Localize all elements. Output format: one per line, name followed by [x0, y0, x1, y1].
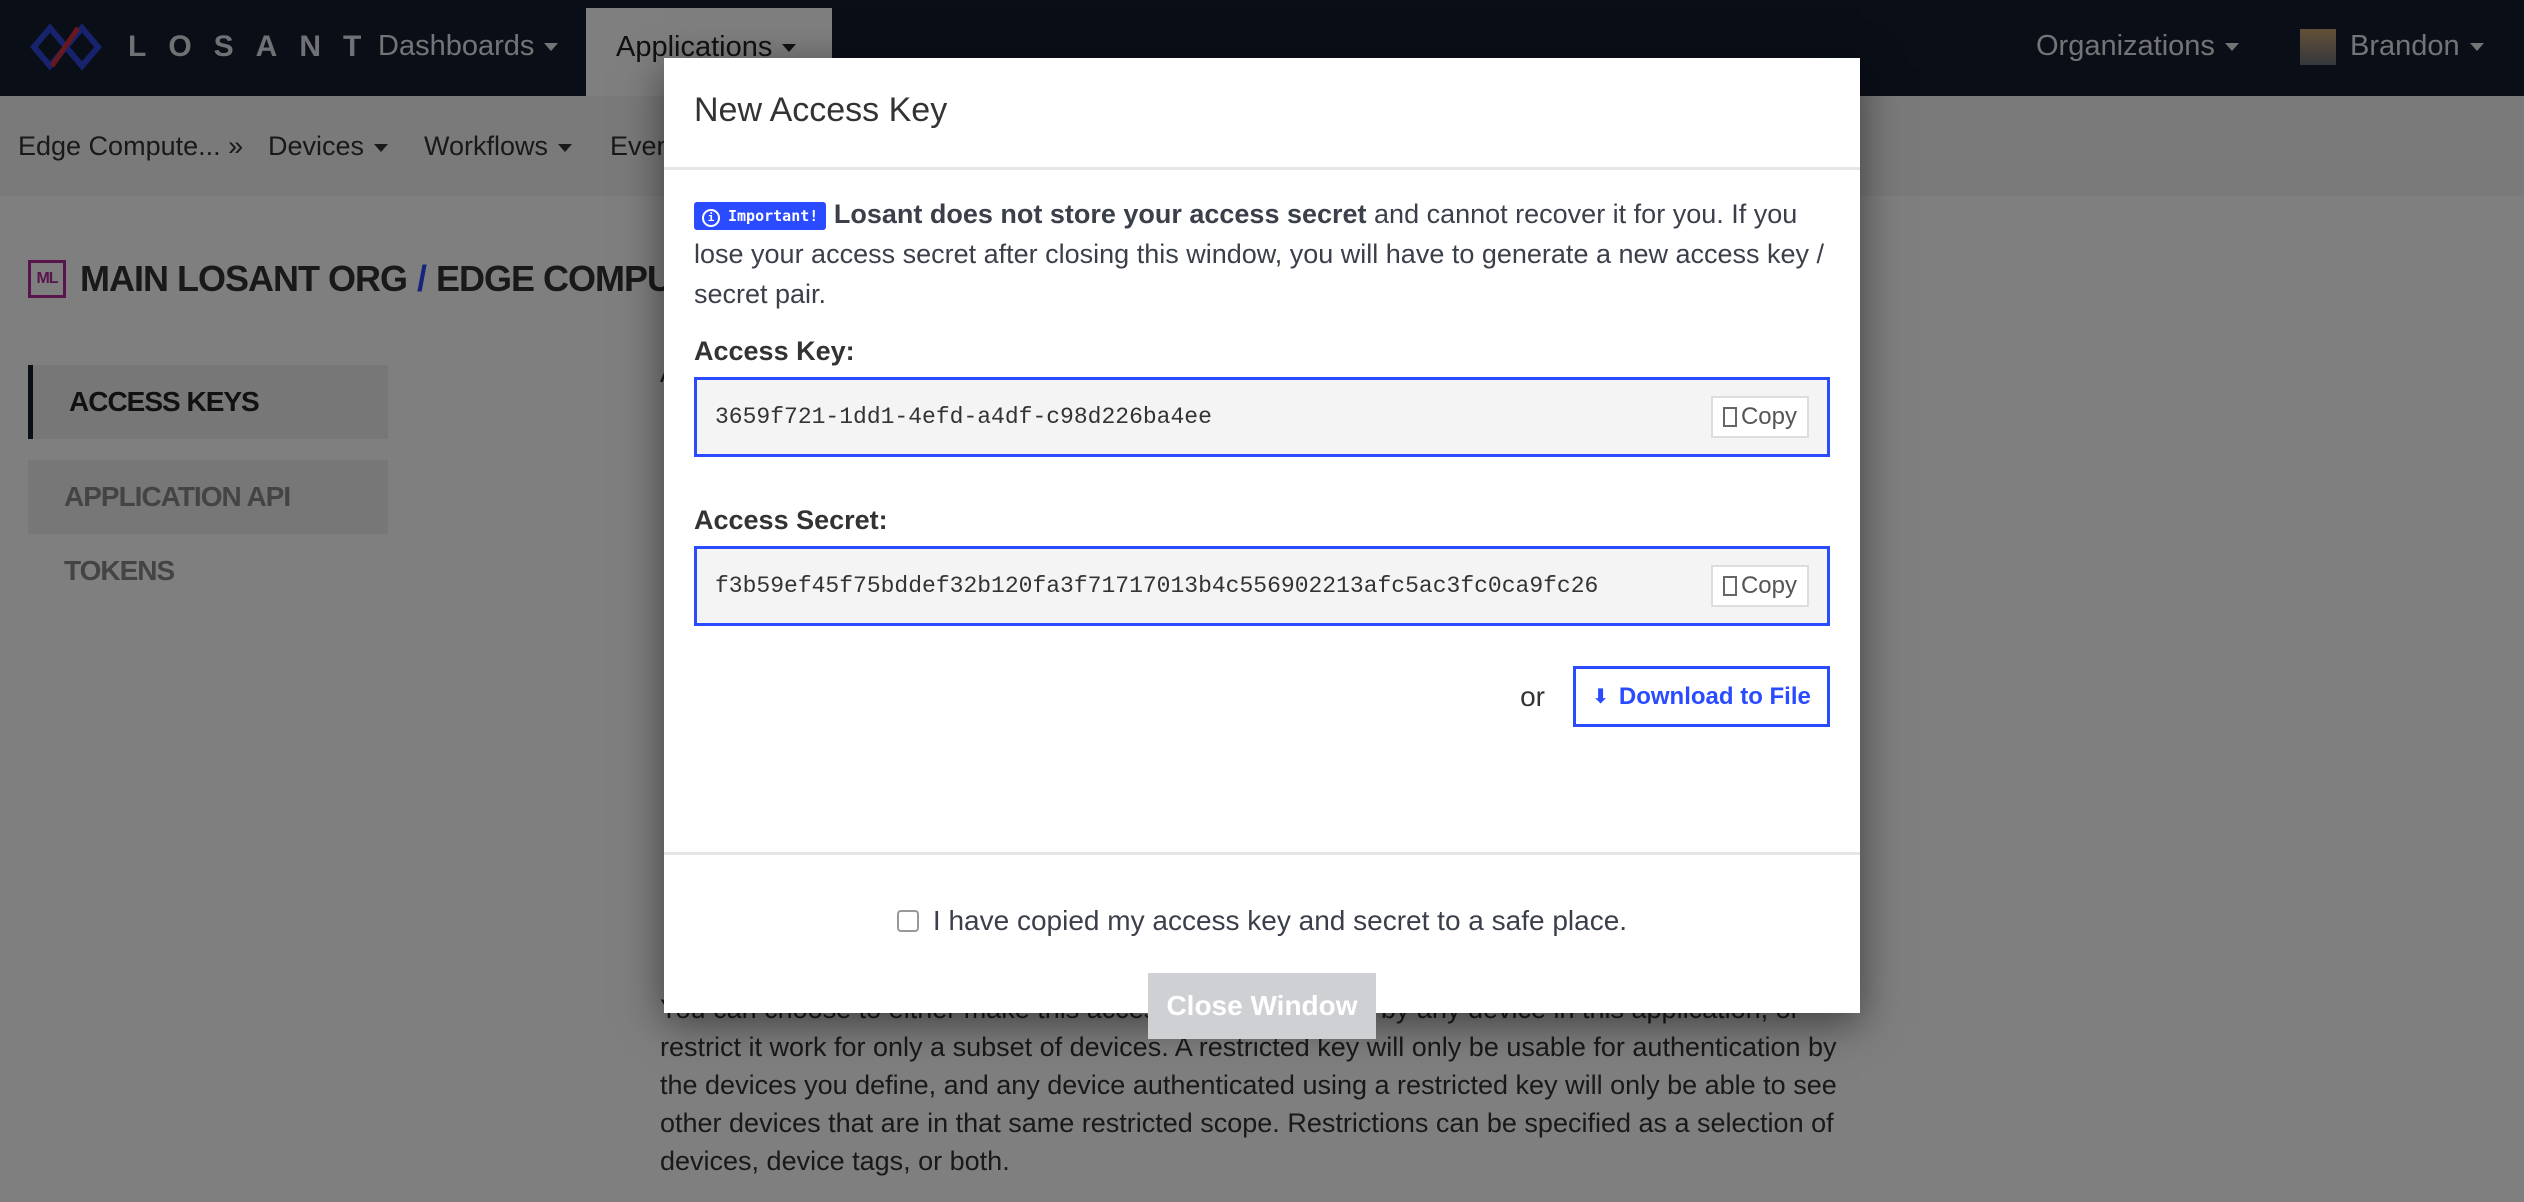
copied-confirmation-checkbox[interactable]: I have copied my access key and secret t… — [896, 905, 1628, 937]
copy-label: Copy — [1740, 572, 1797, 599]
copy-key-button[interactable]: Copy — [1710, 396, 1809, 438]
access-key-value[interactable]: 3659f721-1dd1-4efd-a4df-c98d226ba4ee — [715, 404, 1212, 430]
important-badge: i Important! — [694, 202, 827, 230]
notice: i Important! Losant does not store your a… — [694, 194, 1830, 314]
copy-icon — [1722, 407, 1737, 427]
download-icon: ⬇ — [1592, 686, 1609, 708]
copy-icon — [1722, 576, 1737, 596]
copy-secret-button[interactable]: Copy — [1710, 565, 1809, 607]
info-icon: i — [702, 209, 720, 227]
access-key-label: Access Key: — [694, 336, 855, 366]
checkbox[interactable] — [896, 910, 919, 932]
or-text: or — [1520, 680, 1545, 712]
checkbox-label: I have copied my access key and secret t… — [932, 905, 1628, 936]
download-label: Download to File — [1618, 682, 1811, 710]
download-to-file-button[interactable]: ⬇ Download to File — [1573, 666, 1830, 727]
badge-text: Important! — [728, 207, 819, 225]
notice-bold: Losant does not store your access secret — [833, 199, 1367, 229]
modal-title: New Access Key — [664, 58, 1860, 170]
copy-label: Copy — [1740, 403, 1797, 430]
access-secret-field[interactable]: f3b59ef45f75bddef32b120fa3f71717013b4c55… — [694, 546, 1830, 626]
access-secret-value[interactable]: f3b59ef45f75bddef32b120fa3f71717013b4c55… — [715, 573, 1598, 599]
access-secret-label: Access Secret: — [694, 505, 888, 535]
new-access-key-modal: New Access Key i Important! Losant does n… — [664, 58, 1860, 1039]
close-window-button[interactable]: Close Window — [1148, 973, 1376, 1039]
access-key-field[interactable]: 3659f721-1dd1-4efd-a4df-c98d226ba4ee Cop… — [694, 377, 1830, 457]
